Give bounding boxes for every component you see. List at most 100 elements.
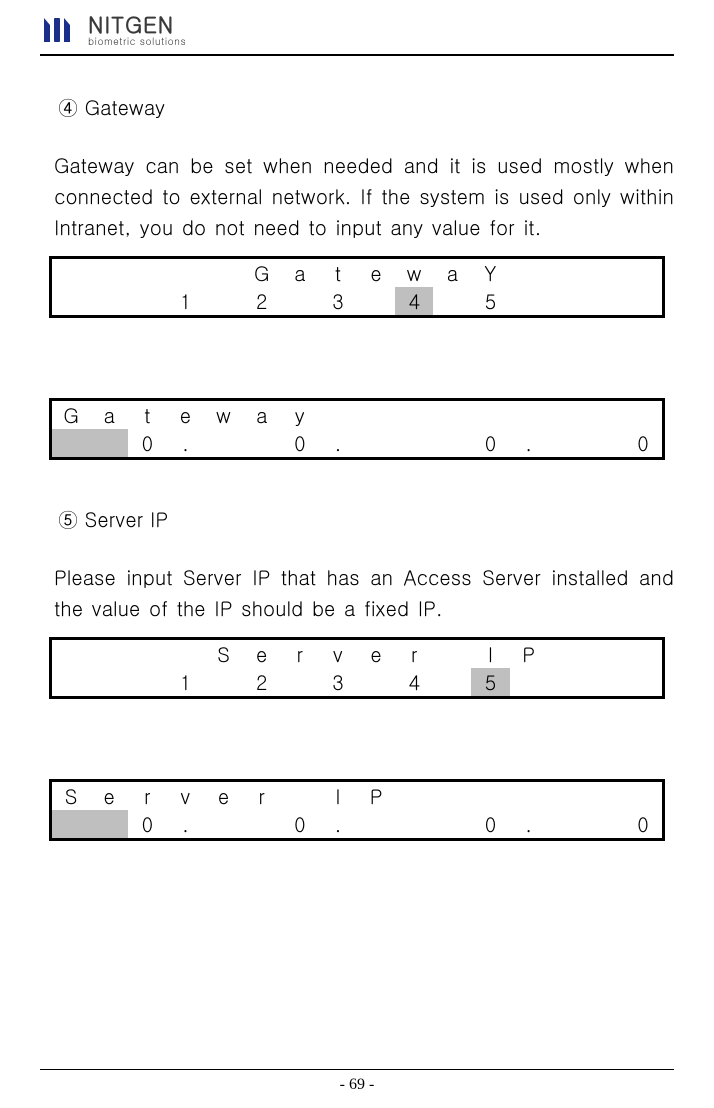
- lcd-cell: 0: [281, 810, 319, 838]
- lcd-cell: a: [281, 259, 319, 287]
- lcd-cell: I: [319, 782, 357, 810]
- lcd-cell: [90, 429, 128, 457]
- lcd-cell: [243, 810, 281, 838]
- lcd-cell: [205, 259, 243, 287]
- lcd-cell: 0: [281, 429, 319, 457]
- lcd-cell: [586, 259, 624, 287]
- lcd-cell: r: [281, 640, 319, 668]
- section-num: ⑤: [58, 504, 78, 533]
- lcd-cell: [433, 640, 471, 668]
- lcd-cell: G: [243, 259, 281, 287]
- lcd-cell: 0: [128, 429, 166, 457]
- lcd-cell: 3: [319, 668, 357, 696]
- lcd-cell: t: [128, 401, 166, 429]
- lcd-cell: e: [357, 640, 395, 668]
- lcd-cell: [357, 429, 395, 457]
- lcd-cell: [548, 259, 586, 287]
- lcd-cell: v: [319, 640, 357, 668]
- lcd-cell: [281, 287, 319, 315]
- lcd-cell: a: [433, 259, 471, 287]
- logo-brand: NITGEN: [88, 14, 186, 36]
- lcd-cell: I: [471, 640, 509, 668]
- lcd-cell: 4: [395, 287, 433, 315]
- lcd-cell: e: [90, 782, 128, 810]
- lcd-cell: [433, 287, 471, 315]
- lcd-cell: [205, 668, 243, 696]
- lcd-cell: r: [128, 782, 166, 810]
- paragraph-gateway: Gateway can be set when needed and it is…: [54, 149, 674, 242]
- lcd-cell: [319, 401, 357, 429]
- lcd-cell: [395, 401, 433, 429]
- lcd-cell: 2: [243, 287, 281, 315]
- section-title: Server IP: [85, 504, 168, 533]
- lcd-cell: [205, 287, 243, 315]
- lcd-cell: [52, 810, 90, 838]
- lcd-cell: G: [52, 401, 90, 429]
- lcd-cell: [357, 668, 395, 696]
- lcd-cell: [548, 810, 586, 838]
- lcd-cell: .: [166, 429, 204, 457]
- header: NITGEN biometric solutions: [40, 0, 674, 54]
- lcd-cell: [52, 259, 90, 287]
- lcd-cell: 5: [471, 287, 509, 315]
- lcd-cell: w: [395, 259, 433, 287]
- lcd-cell: a: [90, 401, 128, 429]
- lcd-cell: [548, 640, 586, 668]
- lcd-cell: [471, 401, 509, 429]
- page: NITGEN biometric solutions ④ Gateway Gat…: [0, 0, 714, 1108]
- lcd-cell: [52, 668, 90, 696]
- lcd-cell: [166, 640, 204, 668]
- lcd-cell: [205, 429, 243, 457]
- lcd-cell: r: [395, 640, 433, 668]
- lcd-cell: [433, 401, 471, 429]
- page-number: - 69 -: [40, 1076, 674, 1108]
- lcd-cell: y: [281, 401, 319, 429]
- lcd-cell: [128, 668, 166, 696]
- lcd-cell: [548, 668, 586, 696]
- lcd-cell: [433, 782, 471, 810]
- lcd-cell: [357, 401, 395, 429]
- lcd-cell: [586, 640, 624, 668]
- lcd-cell: [548, 782, 586, 810]
- lcd-cell: [624, 401, 662, 429]
- content: ④ Gateway Gateway can be set when needed…: [40, 56, 674, 1069]
- lcd-cell: [281, 668, 319, 696]
- lcd-cell: e: [205, 782, 243, 810]
- lcd-cell: P: [510, 640, 548, 668]
- lcd-cell: 1: [166, 668, 204, 696]
- lcd-gateway-value: Gateway 0. 0. 0. 0: [49, 398, 665, 460]
- lcd-cell: [624, 287, 662, 315]
- lcd-cell: [90, 287, 128, 315]
- footer-divider: [40, 1069, 674, 1070]
- lcd-cell: t: [319, 259, 357, 287]
- lcd-cell: [548, 287, 586, 315]
- lcd-cell: w: [205, 401, 243, 429]
- lcd-cell: r: [243, 782, 281, 810]
- lcd-cell: [281, 782, 319, 810]
- lcd-cell: [586, 668, 624, 696]
- lcd-cell: [52, 640, 90, 668]
- lcd-cell: a: [243, 401, 281, 429]
- lcd-cell: 3: [319, 287, 357, 315]
- lcd-cell: P: [357, 782, 395, 810]
- lcd-cell: 0: [471, 810, 509, 838]
- lcd-cell: [90, 810, 128, 838]
- lcd-cell: .: [166, 810, 204, 838]
- lcd-cell: [128, 287, 166, 315]
- lcd-cell: 4: [395, 668, 433, 696]
- lcd-cell: 0: [624, 810, 662, 838]
- lcd-cell: [624, 782, 662, 810]
- lcd-cell: [243, 429, 281, 457]
- lcd-serverip-value: ServerIP 0. 0. 0. 0: [49, 779, 665, 841]
- lcd-cell: [548, 401, 586, 429]
- lcd-cell: [510, 259, 548, 287]
- lcd-cell: 1: [166, 287, 204, 315]
- lcd-cell: [128, 640, 166, 668]
- lcd-cell: [90, 640, 128, 668]
- lcd-cell: S: [205, 640, 243, 668]
- lcd-cell: .: [319, 810, 357, 838]
- lcd-serverip-menu: ServerIP 12345: [49, 637, 665, 699]
- logo-text: NITGEN biometric solutions: [88, 14, 186, 46]
- lcd-cell: v: [166, 782, 204, 810]
- lcd-cell: [357, 287, 395, 315]
